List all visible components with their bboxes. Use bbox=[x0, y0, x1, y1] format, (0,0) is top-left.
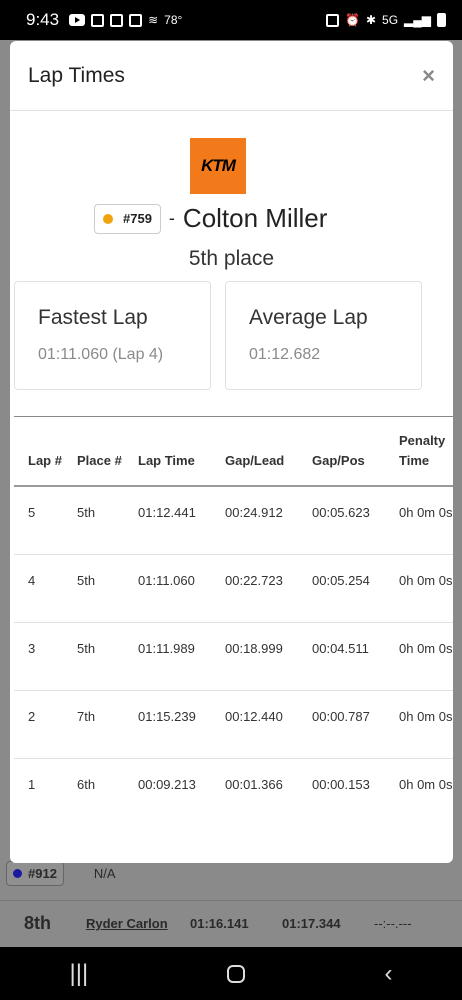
cell-place: 5th bbox=[63, 621, 124, 690]
cell-lap: 3 bbox=[14, 621, 63, 690]
cell-gap-pos: 00:04.511 bbox=[298, 621, 385, 690]
cell-gap-lead: 00:18.999 bbox=[211, 621, 298, 690]
lap-times-table: Lap # Place # Lap Time Gap/Lead Gap/Pos … bbox=[14, 416, 453, 826]
table-row: 5 5th 01:12.441 00:24.912 00:05.623 0h 0… bbox=[14, 486, 453, 554]
background-rider-link[interactable]: Ryder Carlon bbox=[86, 916, 190, 931]
status-left-icons: ≋ 78° bbox=[69, 13, 182, 27]
cell-gap-pos: 00:00.153 bbox=[298, 757, 385, 826]
background-number: #912 bbox=[28, 865, 57, 881]
header-lap-time: Lap Time bbox=[124, 416, 211, 487]
cell-gap-lead: 00:01.366 bbox=[211, 757, 298, 826]
cell-penalty: 0h 0m 0s bbox=[385, 553, 453, 622]
background-time-1: 01:16.141 bbox=[190, 916, 249, 931]
cell-lap: 5 bbox=[28, 505, 36, 520]
temperature-text: 78° bbox=[164, 13, 183, 27]
cell-gap-pos: 00:05.623 bbox=[312, 505, 370, 520]
cell-gap-pos: 00:00.787 bbox=[298, 689, 385, 758]
cell-lap: 2 bbox=[14, 689, 63, 758]
bluetooth-icon: ✱ bbox=[365, 13, 377, 27]
rider-number-pill: #759 bbox=[94, 203, 161, 234]
app-notification-icon bbox=[110, 13, 124, 27]
background-time-3: --:--.--- bbox=[374, 916, 412, 931]
network-type: 5G bbox=[382, 13, 399, 27]
table-row: 3 5th 01:11.989 00:18.999 00:04.511 0h 0… bbox=[14, 621, 453, 690]
nfc-icon bbox=[326, 13, 339, 27]
table-row: 1 6th 00:09.213 00:01.366 00:00.153 0h 0… bbox=[14, 757, 453, 826]
cell-penalty: 0h 0m 0s bbox=[385, 689, 453, 758]
signal-icon: ▂▄▆ bbox=[404, 13, 431, 27]
background-time-2: 01:17.344 bbox=[282, 916, 341, 931]
rider-color-dot bbox=[13, 868, 22, 878]
cell-place: 5th bbox=[63, 553, 124, 622]
close-button[interactable]: × bbox=[422, 63, 435, 89]
cell-lap-time: 01:15.239 bbox=[124, 689, 211, 758]
status-bar: 9:43 ≋ 78° ⏰ ✱ 5G ▂▄▆ bbox=[0, 0, 462, 40]
cell-gap-pos: 00:05.254 bbox=[298, 553, 385, 622]
background-result-row: 8th Ryder Carlon 01:16.141 01:17.344 --:… bbox=[0, 900, 462, 946]
header-gap-pos: Gap/Pos bbox=[298, 416, 385, 487]
cell-penalty: 0h 0m 0s bbox=[385, 621, 453, 690]
fastest-lap-value: 01:11.060 (Lap 4) bbox=[38, 346, 164, 363]
cell-place: 7th bbox=[63, 689, 124, 758]
table-row: 4 5th 01:11.060 00:22.723 00:05.254 0h 0… bbox=[14, 553, 453, 622]
separator-dash: - bbox=[168, 208, 175, 228]
alarm-icon: ⏰ bbox=[345, 13, 360, 27]
table-header-row: Lap # Place # Lap Time Gap/Lead Gap/Pos … bbox=[14, 416, 453, 487]
average-lap-card: Average Lap 01:12.682 bbox=[225, 281, 422, 390]
rider-place: 5th place bbox=[188, 247, 275, 270]
header-gap-lead: Gap/Lead bbox=[211, 416, 298, 487]
team-logo: KTM bbox=[190, 138, 246, 194]
rider-line: #759 - Colton Miller bbox=[94, 203, 327, 234]
cell-place: 6th bbox=[63, 757, 124, 826]
status-right-icons: ⏰ ✱ 5G ▂▄▆ bbox=[326, 13, 446, 27]
rider-color-dot bbox=[103, 213, 113, 224]
youtube-icon bbox=[69, 14, 86, 26]
fastest-lap-card: Fastest Lap 01:11.060 (Lap 4) bbox=[14, 281, 211, 390]
header-penalty: Penalty Time bbox=[385, 416, 453, 487]
background-place: 8th bbox=[24, 913, 51, 933]
fastest-lap-title: Fastest Lap bbox=[38, 306, 148, 329]
battery-icon bbox=[437, 13, 446, 27]
wifi-icon: ≋ bbox=[148, 13, 159, 27]
cell-lap-time: 01:12.441 bbox=[138, 505, 196, 520]
rider-name: Colton Miller bbox=[182, 203, 328, 233]
status-time: 9:43 bbox=[26, 10, 60, 29]
cell-penalty: 0h 0m 0s bbox=[385, 757, 453, 826]
cell-gap-lead: 00:24.912 bbox=[225, 505, 283, 520]
back-icon[interactable]: ‹ bbox=[384, 960, 392, 988]
cell-lap: 4 bbox=[14, 553, 63, 622]
recent-apps-icon[interactable]: ||| bbox=[70, 960, 89, 988]
cell-lap: 1 bbox=[14, 757, 63, 826]
average-lap-value: 01:12.682 bbox=[249, 346, 321, 363]
cell-gap-lead: 00:12.440 bbox=[211, 689, 298, 758]
header-place: Place # bbox=[63, 416, 124, 487]
navigation-bar: ||| ‹ bbox=[0, 947, 462, 1000]
cell-lap-time: 01:11.060 bbox=[124, 553, 211, 622]
lap-times-modal: Lap Times × KTM #759 - Colton Miller 5th… bbox=[10, 41, 453, 863]
cell-penalty: 0h 0m 0s bbox=[399, 505, 453, 520]
app-notification-icon bbox=[129, 13, 143, 27]
header-lap: Lap # bbox=[14, 416, 63, 487]
modal-title: Lap Times bbox=[28, 63, 125, 87]
modal-header: Lap Times × bbox=[10, 41, 453, 111]
cell-place: 5th bbox=[77, 505, 96, 520]
background-number-pill: #912 bbox=[6, 860, 64, 886]
app-notification-icon bbox=[91, 13, 105, 27]
background-value: N/A bbox=[93, 865, 116, 881]
rider-number: #759 bbox=[123, 211, 152, 226]
home-icon[interactable] bbox=[227, 964, 246, 983]
cell-lap-time: 00:09.213 bbox=[124, 757, 211, 826]
average-lap-title: Average Lap bbox=[249, 306, 368, 329]
cell-lap-time: 01:11.989 bbox=[124, 621, 211, 690]
cell-gap-lead: 00:22.723 bbox=[211, 553, 298, 622]
table-row: 2 7th 01:15.239 00:12.440 00:00.787 0h 0… bbox=[14, 689, 453, 758]
